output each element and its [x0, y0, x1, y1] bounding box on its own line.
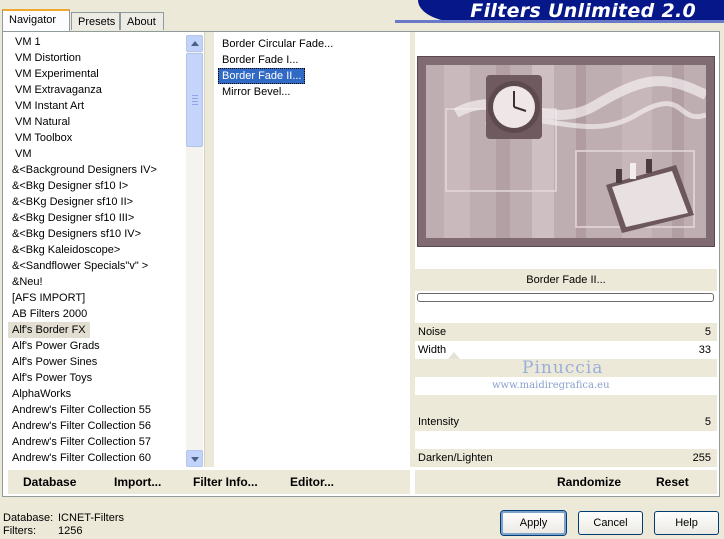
category-item[interactable]: Alf's Power Toys — [8, 370, 186, 386]
arrow-up-icon — [191, 41, 199, 46]
category-item[interactable]: &<Background Designers IV> — [8, 162, 186, 178]
app-title: Filters Unlimited 2.0 — [470, 0, 696, 22]
category-item[interactable]: VM — [8, 146, 186, 162]
param-row-width[interactable]: Width 33 — [415, 341, 717, 359]
import-button[interactable]: Import... — [114, 470, 161, 494]
category-item[interactable]: Alf's Power Sines — [8, 354, 186, 370]
reset-button[interactable]: Reset — [656, 470, 689, 494]
tab-navigator-label: Navigator — [9, 14, 57, 26]
filter-item[interactable]: Border Fade I... — [218, 52, 408, 68]
help-button[interactable]: Help — [654, 511, 719, 535]
title-banner: Filters Unlimited 2.0 — [418, 0, 724, 22]
param-label: Noise — [418, 326, 447, 338]
category-item[interactable]: VM Extravaganza — [8, 82, 186, 98]
preview-image — [417, 56, 715, 247]
tab-about-label: About — [127, 16, 156, 28]
param-value: 255 — [692, 452, 711, 464]
database-label: Database: — [3, 512, 54, 524]
grip-line — [192, 101, 198, 102]
progress-bar — [417, 293, 714, 302]
category-item[interactable]: &<Bkg Designers sf10 IV> — [8, 226, 186, 242]
filter-list[interactable]: Border Circular Fade... Border Fade I... B… — [218, 36, 408, 466]
tab-presets-label: Presets — [78, 16, 116, 28]
category-item[interactable]: VM Distortion — [8, 50, 186, 66]
filter-item[interactable]: Border Fade II... — [218, 68, 306, 84]
param-label: Darken/Lighten — [418, 452, 493, 464]
cancel-button[interactable]: Cancel — [578, 511, 643, 535]
param-label: Intensity — [418, 416, 459, 428]
tab-navigator[interactable]: Navigator — [2, 9, 70, 31]
filter-name-label: Border Fade II... — [415, 269, 717, 291]
scroll-down-button[interactable] — [186, 450, 203, 467]
scroll-thumb[interactable] — [186, 53, 203, 147]
slider-indicator-icon[interactable] — [448, 352, 460, 359]
param-value: 33 — [698, 344, 711, 356]
category-item[interactable]: &<Bkg Kaleidoscope> — [8, 242, 186, 258]
watermark-url: www.maidiregrafica.eu — [492, 380, 610, 391]
category-item[interactable]: Andrew's Filter Collection 55 — [8, 402, 186, 418]
category-item[interactable]: VM Natural — [8, 114, 186, 130]
database-value: ICNET-Filters — [58, 512, 124, 524]
grip-line — [192, 98, 198, 99]
category-item[interactable]: AlphaWorks — [8, 386, 186, 402]
category-item[interactable]: Andrew's Filter Collection 57 — [8, 434, 186, 450]
param-row-darken-lighten[interactable]: Darken/Lighten 255 — [415, 449, 717, 467]
arrow-down-icon — [191, 457, 199, 462]
scroll-up-button[interactable] — [186, 35, 203, 52]
param-row-empty — [415, 395, 717, 413]
category-item[interactable]: VM 1 — [8, 34, 186, 50]
category-list[interactable]: VM 1 VM Distortion VM Experimental VM Extra… — [8, 34, 186, 468]
grip-line — [192, 104, 198, 105]
param-row-empty — [415, 431, 717, 449]
category-item[interactable]: VM Instant Art — [8, 98, 186, 114]
tab-about[interactable]: About — [120, 12, 164, 30]
left-toolbar: Database Import... Filter Info... Editor… — [8, 470, 410, 494]
grip-line — [192, 95, 198, 96]
right-toolbar: Randomize Reset — [415, 470, 717, 494]
database-button[interactable]: Database — [23, 470, 76, 494]
apply-button[interactable]: Apply — [501, 511, 566, 535]
filters-count-value: 1256 — [58, 525, 83, 537]
category-item[interactable]: VM Experimental — [8, 66, 186, 82]
category-item[interactable]: &Neu! — [8, 274, 186, 290]
category-item[interactable]: &<Sandflower Specials"v" > — [8, 258, 186, 274]
filter-item[interactable]: Border Circular Fade... — [218, 36, 408, 52]
category-item[interactable]: Andrew's Filter Collection 60 — [8, 450, 186, 466]
preview-artwork — [445, 75, 706, 233]
category-item[interactable]: &<BKg Designer sf10 II> — [8, 194, 186, 210]
filter-info-button[interactable]: Filter Info... — [193, 470, 258, 494]
banner-shine — [395, 20, 724, 23]
category-item[interactable]: &<Bkg Designer sf10 III> — [8, 210, 186, 226]
filters-count-label: Filters: — [3, 525, 36, 537]
category-item[interactable]: &<Bkg Designer sf10 I> — [8, 178, 186, 194]
editor-button[interactable]: Editor... — [290, 470, 334, 494]
preview-canvas — [426, 65, 706, 238]
filter-item[interactable]: Mirror Bevel... — [218, 84, 408, 100]
param-label: Width — [418, 344, 447, 356]
category-scrollbar[interactable] — [186, 35, 203, 467]
category-item[interactable]: Alf's Border FX — [8, 322, 90, 338]
tab-presets[interactable]: Presets — [71, 12, 120, 30]
category-item[interactable]: Alf's Power Grads — [8, 338, 186, 354]
watermark-name: Pinuccia — [522, 358, 604, 378]
category-item[interactable]: Andrew's Filter Collection 56 — [8, 418, 186, 434]
category-item[interactable]: [AFS IMPORT] — [8, 290, 186, 306]
category-item[interactable]: AB Filters 2000 — [8, 306, 186, 322]
randomize-button[interactable]: Randomize — [557, 470, 621, 494]
param-value: 5 — [704, 416, 711, 428]
param-value: 5 — [704, 326, 711, 338]
pane-divider — [204, 32, 214, 467]
category-item[interactable]: VM Toolbox — [8, 130, 186, 146]
param-row-intensity[interactable]: Intensity 5 — [415, 413, 717, 431]
param-row-noise[interactable]: Noise 5 — [415, 323, 717, 341]
